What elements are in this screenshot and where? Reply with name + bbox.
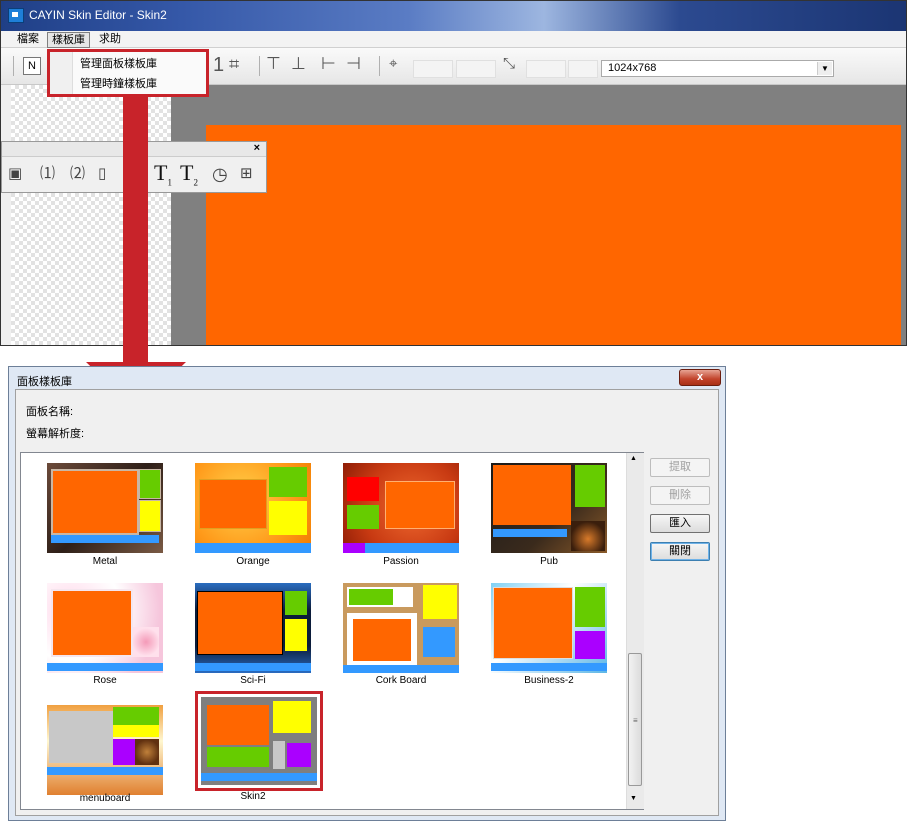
menu-bar: 檔案 樣板庫 求助 <box>1 31 906 48</box>
panel-library-dialog: 面板樣板庫 x 面板名稱: 螢幕解析度: Metal Orange Passio… <box>8 366 726 821</box>
x-position-field[interactable] <box>413 60 453 78</box>
panel-name-label: 面板名稱: <box>26 406 74 418</box>
align-left-icon[interactable]: ⊢ <box>321 54 336 74</box>
width-field[interactable] <box>526 60 566 78</box>
template-name-orange: Orange <box>236 556 270 567</box>
html-panel-icon[interactable]: ⊞ <box>240 164 253 184</box>
video-panel-2-icon[interactable]: ⑵ <box>70 164 85 184</box>
screen-resolution-label: 螢幕解析度: <box>26 428 85 440</box>
template-thumb-business-2[interactable] <box>491 583 607 673</box>
text-panel-1-icon[interactable]: T1 <box>154 160 172 187</box>
menu-help[interactable]: 求助 <box>95 32 125 46</box>
app-icon <box>8 8 24 23</box>
chevron-down-icon[interactable]: ▼ <box>817 62 832 75</box>
template-thumb-menuboard[interactable] <box>47 705 163 795</box>
template-name-scifi: Sci-Fi <box>240 675 266 686</box>
align-right-icon[interactable]: ⊣ <box>346 54 361 74</box>
resolution-select[interactable]: 1024x768 ▼ <box>601 60 834 77</box>
palette-close-button[interactable]: × <box>254 142 260 154</box>
scroll-up-icon[interactable]: ▲ <box>630 455 637 462</box>
image-panel-icon[interactable]: ▣ <box>8 164 22 184</box>
grip-icon: ≡ <box>633 716 638 725</box>
scrollbar-thumb[interactable]: ≡ <box>628 653 642 786</box>
template-name-pub: Pub <box>540 556 558 567</box>
toolbar-separator <box>259 56 260 76</box>
menu-library[interactable]: 樣板庫 <box>47 32 90 48</box>
scroll-down-icon[interactable]: ▼ <box>630 795 637 802</box>
template-name-metal: Metal <box>92 556 118 567</box>
clock-icon[interactable]: ◷ <box>212 164 228 184</box>
toolbar-separator <box>13 56 14 76</box>
extract-button[interactable]: 提取 <box>650 458 710 477</box>
title-bar: CAYIN Skin Editor - Skin2 <box>1 1 906 31</box>
video-panel-1-icon[interactable]: ⑴ <box>40 164 55 184</box>
template-name-rose: Rose <box>93 675 117 686</box>
menu-item-manage-clock-library[interactable]: 管理時鐘樣板庫 <box>80 76 157 92</box>
template-name-cork-board: Cork Board <box>375 675 427 686</box>
height-field[interactable] <box>568 60 598 78</box>
template-thumb-metal[interactable] <box>47 463 163 553</box>
dialog-title: 面板樣板庫 <box>17 376 72 388</box>
template-thumb-skin2[interactable] <box>201 697 317 787</box>
y-position-field[interactable] <box>456 60 496 78</box>
template-list[interactable]: Metal Orange Passion Pub Rose Sci-Fi Cor… <box>20 452 644 810</box>
template-name-menuboard: menuboard <box>79 793 131 804</box>
template-thumb-passion[interactable] <box>343 463 459 553</box>
template-name-passion: Passion <box>383 556 419 567</box>
template-thumb-scifi[interactable] <box>195 583 311 673</box>
template-thumb-rose[interactable] <box>47 583 163 673</box>
dialog-body: 面板名稱: 螢幕解析度: Metal Orange Passion Pub Ro… <box>15 389 719 816</box>
window-title: CAYIN Skin Editor - Skin2 <box>29 8 167 22</box>
position-icon[interactable]: ⌖ <box>389 54 397 74</box>
menu-gutter <box>50 52 73 94</box>
template-thumb-cork-board[interactable] <box>343 583 459 673</box>
fit-frame-icon[interactable]: ⌗ <box>229 54 239 74</box>
resolution-value: 1024x768 <box>608 62 657 74</box>
import-button[interactable]: 匯入 <box>650 514 710 533</box>
template-thumb-orange[interactable] <box>195 463 311 553</box>
template-name-business-2: Business-2 <box>524 675 574 686</box>
video-panel-icon[interactable]: ▯ <box>98 164 106 184</box>
menu-item-manage-panel-library[interactable]: 管理面板樣板庫 <box>80 56 157 72</box>
align-top-icon[interactable]: ⊤ <box>266 54 281 74</box>
align-bottom-icon[interactable]: ⊥ <box>291 54 306 74</box>
template-name-skin2: Skin2 <box>240 791 266 802</box>
text-panel-2-icon[interactable]: T2 <box>180 160 198 187</box>
annotation-arrow-shaft <box>123 94 148 366</box>
new-skin-button[interactable]: N <box>23 57 41 75</box>
toolbar-separator <box>379 56 380 76</box>
dialog-close-button[interactable]: x <box>679 369 721 386</box>
skin-panel-preview[interactable] <box>206 125 901 345</box>
template-list-scrollbar[interactable]: ▲ ≡ ▼ <box>626 453 644 809</box>
resize-icon[interactable]: ⤡ <box>503 54 515 74</box>
template-thumb-pub[interactable] <box>491 463 607 553</box>
delete-button[interactable]: 刪除 <box>650 486 710 505</box>
library-dropdown-menu: 管理面板樣板庫 管理時鐘樣板庫 <box>47 49 209 97</box>
close-button[interactable]: 關閉 <box>650 542 710 561</box>
number-one-tool-button[interactable]: 1 <box>213 55 224 75</box>
menu-file[interactable]: 檔案 <box>13 32 43 46</box>
